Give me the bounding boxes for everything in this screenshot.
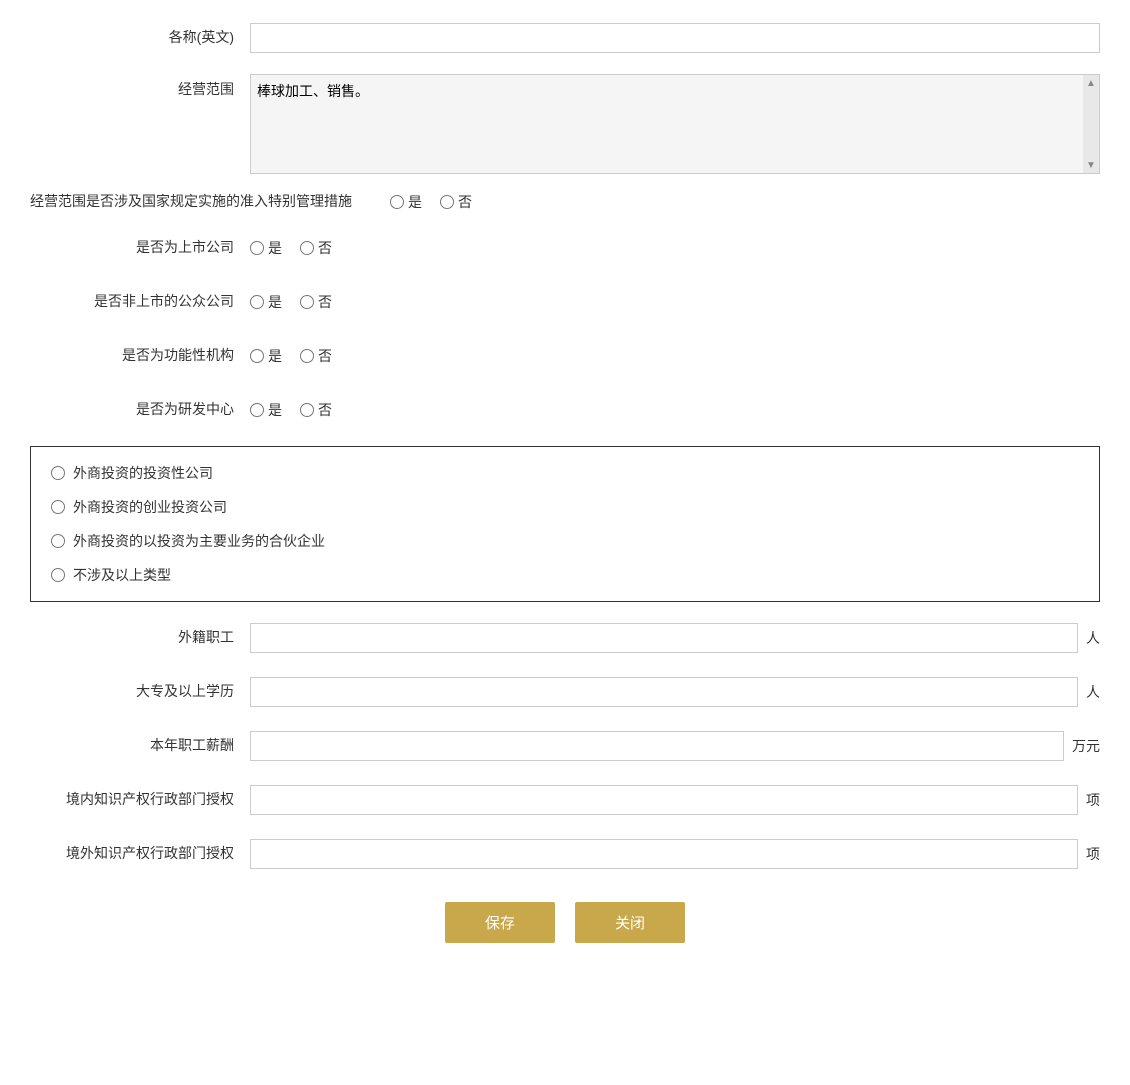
college-degree-input[interactable]: [250, 677, 1078, 707]
functional-yes[interactable]: 是: [250, 346, 282, 366]
save-button[interactable]: 保存: [445, 902, 555, 943]
fi-type-1-radio[interactable]: [51, 466, 65, 480]
special-management-no[interactable]: 否: [440, 192, 472, 212]
domestic-ip-unit: 项: [1086, 790, 1100, 810]
rd-no[interactable]: 否: [300, 400, 332, 420]
non-listed-yes-label[interactable]: 是: [268, 292, 282, 312]
special-management-no-radio[interactable]: [440, 195, 454, 209]
business-scope-textarea[interactable]: 棒球加工、销售。: [251, 75, 1099, 173]
special-management-yes[interactable]: 是: [390, 192, 422, 212]
business-scope-label: 经营范围: [30, 74, 250, 100]
button-row: 保存 关闭: [30, 902, 1100, 943]
listed-company-radio-group: 是 否: [250, 238, 332, 258]
salary-unit: 万元: [1072, 736, 1100, 756]
fi-type-4-radio[interactable]: [51, 568, 65, 582]
foreign-investment-option-2[interactable]: 外商投资的创业投资公司: [51, 497, 1079, 517]
foreign-employee-unit: 人: [1086, 628, 1100, 648]
foreign-investment-box: 外商投资的投资性公司 外商投资的创业投资公司 外商投资的以投资为主要业务的合伙企…: [30, 446, 1100, 602]
foreign-ip-unit: 项: [1086, 844, 1100, 864]
foreign-ip-row: 境外知识产权行政部门授权 项: [30, 836, 1100, 872]
business-scope-row: 经营范围 棒球加工、销售。 ▲ ▼: [30, 74, 1100, 174]
functional-institution-label: 是否为功能性机构: [30, 346, 250, 366]
functional-yes-radio[interactable]: [250, 349, 264, 363]
listed-no-radio[interactable]: [300, 241, 314, 255]
rd-yes-label[interactable]: 是: [268, 400, 282, 420]
salary-label: 本年职工薪酬: [30, 736, 250, 756]
name-en-label: 各称(英文): [30, 28, 250, 48]
functional-no-radio[interactable]: [300, 349, 314, 363]
fi-type-3-radio[interactable]: [51, 534, 65, 548]
fi-type-1-label[interactable]: 外商投资的投资性公司: [73, 463, 213, 483]
fi-type-2-radio[interactable]: [51, 500, 65, 514]
foreign-employee-row: 外籍职工 人: [30, 620, 1100, 656]
salary-input[interactable]: [250, 731, 1064, 761]
foreign-ip-input[interactable]: [250, 839, 1078, 869]
foreign-investment-option-3[interactable]: 外商投资的以投资为主要业务的合伙企业: [51, 531, 1079, 551]
non-listed-yes[interactable]: 是: [250, 292, 282, 312]
functional-no-label[interactable]: 否: [318, 346, 332, 366]
domestic-ip-row: 境内知识产权行政部门授权 项: [30, 782, 1100, 818]
domestic-ip-label: 境内知识产权行政部门授权: [30, 790, 250, 810]
listed-no-label[interactable]: 否: [318, 238, 332, 258]
foreign-employee-input[interactable]: [250, 623, 1078, 653]
rd-no-radio[interactable]: [300, 403, 314, 417]
special-management-yes-label[interactable]: 是: [408, 192, 422, 212]
form-section: 各称(英文) 经营范围 棒球加工、销售。 ▲ ▼ 经营范围是否涉及国家规定实施的…: [30, 20, 1100, 943]
special-management-yes-radio[interactable]: [390, 195, 404, 209]
rd-no-label[interactable]: 否: [318, 400, 332, 420]
scroll-up-arrow[interactable]: ▲: [1085, 77, 1097, 89]
scroll-down-arrow[interactable]: ▼: [1085, 159, 1097, 171]
business-scope-wrapper: 棒球加工、销售。 ▲ ▼: [250, 74, 1100, 174]
foreign-ip-label: 境外知识产权行政部门授权: [30, 844, 250, 864]
scrollbar[interactable]: ▲ ▼: [1083, 75, 1099, 173]
college-degree-row: 大专及以上学历 人: [30, 674, 1100, 710]
fi-type-2-label[interactable]: 外商投资的创业投资公司: [73, 497, 227, 517]
non-listed-yes-radio[interactable]: [250, 295, 264, 309]
non-listed-no-label[interactable]: 否: [318, 292, 332, 312]
special-management-label: 经营范围是否涉及国家规定实施的准入特别管理措施: [30, 192, 390, 212]
listed-yes[interactable]: 是: [250, 238, 282, 258]
functional-institution-radio-group: 是 否: [250, 346, 332, 366]
special-management-no-label[interactable]: 否: [458, 192, 472, 212]
salary-row: 本年职工薪酬 万元: [30, 728, 1100, 764]
college-degree-label: 大专及以上学历: [30, 682, 250, 702]
name-en-row: 各称(英文): [30, 20, 1100, 56]
foreign-employee-label: 外籍职工: [30, 628, 250, 648]
foreign-investment-option-4[interactable]: 不涉及以上类型: [51, 565, 1079, 585]
rd-yes[interactable]: 是: [250, 400, 282, 420]
listed-yes-radio[interactable]: [250, 241, 264, 255]
non-listed-no[interactable]: 否: [300, 292, 332, 312]
listed-company-row: 是否为上市公司 是 否: [30, 230, 1100, 266]
non-listed-no-radio[interactable]: [300, 295, 314, 309]
foreign-investment-option-1[interactable]: 外商投资的投资性公司: [51, 463, 1079, 483]
rd-center-label: 是否为研发中心: [30, 400, 250, 420]
functional-no[interactable]: 否: [300, 346, 332, 366]
non-listed-public-label: 是否非上市的公众公司: [30, 292, 250, 312]
non-listed-public-radio-group: 是 否: [250, 292, 332, 312]
fi-type-4-label[interactable]: 不涉及以上类型: [73, 565, 171, 585]
fi-type-3-label[interactable]: 外商投资的以投资为主要业务的合伙企业: [73, 531, 325, 551]
rd-center-row: 是否为研发中心 是 否: [30, 392, 1100, 428]
rd-center-radio-group: 是 否: [250, 400, 332, 420]
domestic-ip-input[interactable]: [250, 785, 1078, 815]
listed-yes-label[interactable]: 是: [268, 238, 282, 258]
special-management-radio-group: 是 否: [390, 192, 472, 212]
close-button[interactable]: 关闭: [575, 902, 685, 943]
college-degree-unit: 人: [1086, 682, 1100, 702]
rd-yes-radio[interactable]: [250, 403, 264, 417]
functional-institution-row: 是否为功能性机构 是 否: [30, 338, 1100, 374]
listed-company-label: 是否为上市公司: [30, 238, 250, 258]
special-management-row: 经营范围是否涉及国家规定实施的准入特别管理措施 是 否: [30, 192, 1100, 212]
listed-no[interactable]: 否: [300, 238, 332, 258]
non-listed-public-row: 是否非上市的公众公司 是 否: [30, 284, 1100, 320]
name-en-input[interactable]: [250, 23, 1100, 53]
functional-yes-label[interactable]: 是: [268, 346, 282, 366]
